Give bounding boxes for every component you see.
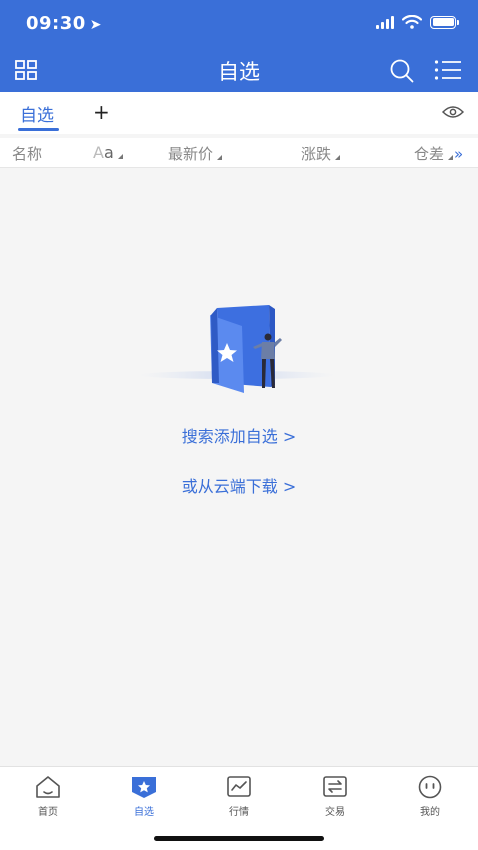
market-chart-icon	[227, 776, 251, 797]
list-menu-icon[interactable]	[434, 59, 462, 81]
column-name[interactable]: 名称	[12, 143, 42, 164]
column-latest-price-label: 最新价	[168, 145, 214, 163]
cloud-download-link[interactable]: 或从云端下载 >	[0, 473, 478, 497]
column-change[interactable]: 涨跌	[301, 143, 341, 164]
location-arrow-icon: ➤	[89, 17, 103, 33]
column-font-toggle[interactable]: Aa	[93, 143, 123, 162]
column-name-label: 名称	[12, 145, 43, 163]
column-open-interest-diff-label: 仓差	[414, 145, 445, 163]
column-open-interest-diff[interactable]: 仓差 »	[414, 143, 463, 164]
watchlist-tab-bar: 自选 +	[0, 92, 478, 134]
more-columns-icon[interactable]: »	[454, 145, 463, 163]
profile-icon	[418, 775, 442, 799]
bottom-nav-home[interactable]: 首页	[0, 775, 96, 818]
eye-icon[interactable]	[442, 104, 464, 120]
nav-bar: 自选	[0, 48, 478, 92]
empty-watchlist-illustration	[139, 305, 335, 393]
cellular-signal-icon	[376, 15, 394, 29]
sort-triangle-icon	[217, 155, 223, 160]
home-indicator	[154, 836, 324, 841]
aa-second-letter: a	[103, 143, 114, 162]
search-add-link[interactable]: 搜索添加自选 >	[0, 423, 478, 447]
bottom-nav-profile-label: 我的	[420, 807, 440, 818]
sort-triangle-icon	[448, 155, 454, 160]
bottom-nav-watchlist-label: 自选	[134, 807, 154, 818]
tab-watchlist[interactable]: 自选	[20, 101, 54, 126]
status-icons	[376, 15, 459, 29]
status-bar: 09:30 ➤	[0, 0, 478, 48]
tab-active-indicator	[18, 128, 59, 131]
search-icon[interactable]	[389, 58, 415, 84]
bottom-nav-market[interactable]: 行情	[191, 775, 287, 818]
aa-first-letter: A	[93, 143, 104, 162]
bottom-nav-watchlist[interactable]: 自选	[96, 775, 192, 818]
home-icon	[36, 776, 60, 798]
column-header: 名称 Aa 最新价 涨跌 仓差 »	[0, 138, 478, 168]
bottom-nav-market-label: 行情	[229, 807, 249, 818]
column-latest-price[interactable]: 最新价	[168, 143, 223, 164]
status-time-text: 09:30	[26, 13, 86, 34]
bottom-nav-profile[interactable]: 我的	[382, 775, 478, 818]
status-time: 09:30 ➤	[26, 13, 102, 34]
watchlist-icon	[132, 777, 156, 798]
wifi-icon	[402, 15, 422, 29]
trade-icon	[323, 776, 347, 797]
sort-triangle-icon	[335, 155, 341, 160]
column-change-label: 涨跌	[301, 145, 332, 163]
bottom-nav-trade-label: 交易	[325, 807, 345, 818]
sort-triangle-icon	[117, 154, 123, 159]
add-group-button[interactable]: +	[93, 100, 110, 124]
battery-icon	[430, 15, 459, 29]
bottom-nav-trade[interactable]: 交易	[287, 775, 383, 818]
bottom-nav-home-label: 首页	[38, 807, 58, 818]
